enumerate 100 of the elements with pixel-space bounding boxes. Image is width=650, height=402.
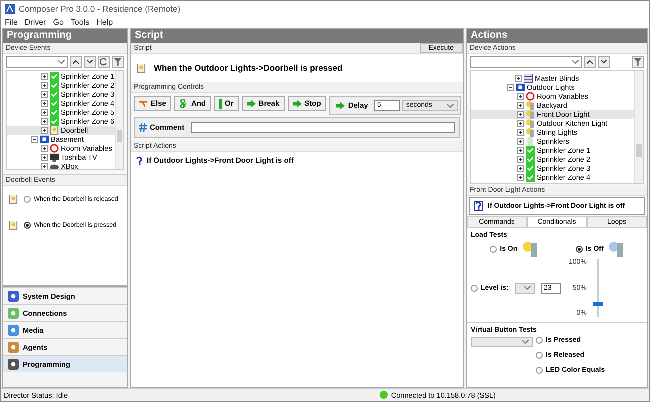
room-icon [40,135,49,144]
expand-icon [517,129,524,136]
refresh-icon [100,58,108,66]
scrollbar[interactable] [114,71,123,169]
bulb-off-icon [608,241,624,257]
expand-icon [41,82,48,89]
caret-down-icon [601,60,607,64]
arrow-icon [336,102,346,110]
scrollbar[interactable] [634,71,643,183]
level-select[interactable] [515,282,536,294]
question-icon [474,201,483,211]
expand-icon [41,109,48,116]
expand-icon [41,100,48,107]
expand-icon [41,73,48,80]
up-button[interactable] [584,56,596,68]
expand-icon [517,138,524,145]
expand-icon [517,102,524,109]
tv-icon [50,153,59,162]
collapse-icon [31,136,38,143]
radio-dot[interactable] [576,246,583,252]
radio-dot[interactable] [536,337,543,344]
radio-dot[interactable] [24,196,31,202]
collapse-icon [507,84,514,91]
radio-dot[interactable] [536,352,543,359]
sprinkler-icon [50,99,59,108]
expand-icon [41,127,48,134]
filter-button[interactable] [632,56,644,68]
radio-dot[interactable] [536,367,543,374]
expand-icon [517,111,524,118]
expand-icon [41,91,48,98]
sprinkler-icon [50,90,59,99]
doorbell-icon [9,220,18,230]
chevron-down-icon [447,104,454,108]
sprinkler-icon [50,108,59,117]
filter-icon [634,58,642,66]
caret-up-icon [73,60,79,64]
event-title: When the Outdoor Lights->Doorbell is pressed [154,63,343,73]
console-icon [50,162,59,169]
and-icon [179,99,188,108]
menu-item[interactable]: Help [96,18,114,27]
level-slider[interactable] [592,259,603,317]
menu-item[interactable]: Go [53,18,64,27]
radio-dot[interactable] [471,284,478,292]
sprinkler-icon [526,164,535,173]
chevron-down-icon [572,60,579,64]
variables-icon [526,92,535,101]
panel-header: Actions [467,29,647,43]
chevron-down-icon [58,60,65,64]
expand-icon [517,120,524,127]
slider-thumb[interactable] [592,302,603,306]
expand-icon [517,165,524,172]
expand-icon [517,93,524,100]
menu-item[interactable]: File [5,18,18,27]
bulb-on-icon [522,241,538,257]
sprinkler-icon [526,146,535,155]
doorbell-icon [50,126,59,135]
menu-item[interactable]: Tools [70,18,90,27]
caret-up-icon [587,60,593,64]
panel-header: Script [131,29,463,43]
variables-icon [50,144,59,153]
comment-field[interactable] [190,122,455,133]
sprinkler-icon [526,155,535,164]
window-title: Composer Pro 3.0.0 - Residence (Remote) [19,4,181,14]
connected-icon [380,391,388,399]
app-icon [5,4,15,14]
up-button[interactable] [70,56,82,68]
expand-icon [517,147,524,154]
refresh-button[interactable] [98,56,110,68]
sprinkler-icon [50,81,59,90]
radio-dot[interactable] [490,246,498,252]
radio-dot[interactable] [24,222,31,228]
expand-icon [517,174,524,181]
down-button[interactable] [598,56,610,68]
filter-icon [114,58,122,66]
doorbell-icon [9,194,18,204]
question-icon [135,156,144,166]
down-button[interactable] [84,56,96,68]
light-icon [526,110,535,119]
expand-icon [515,75,522,82]
expand-icon [41,145,48,152]
sprinklers-icon [526,137,535,146]
branch-icon [139,100,148,108]
light-icon [526,119,535,128]
chevron-down-icon [524,286,532,290]
expand-icon [517,156,524,163]
arrow-icon [246,100,256,108]
sprinkler-icon [50,117,59,126]
menu-item[interactable]: Driver [24,18,46,27]
chevron-down-icon [522,340,529,344]
room-icon [516,83,525,92]
expand-icon [41,154,48,161]
bar-icon [219,98,222,108]
filter-button[interactable] [112,56,124,68]
doorbell-icon [137,64,146,72]
blinds-icon [524,74,533,83]
light-icon [526,101,535,110]
arrow-icon [292,100,302,108]
caret-down-icon [87,60,93,64]
panel-header: Programming [3,29,127,43]
expand-icon [41,118,48,125]
